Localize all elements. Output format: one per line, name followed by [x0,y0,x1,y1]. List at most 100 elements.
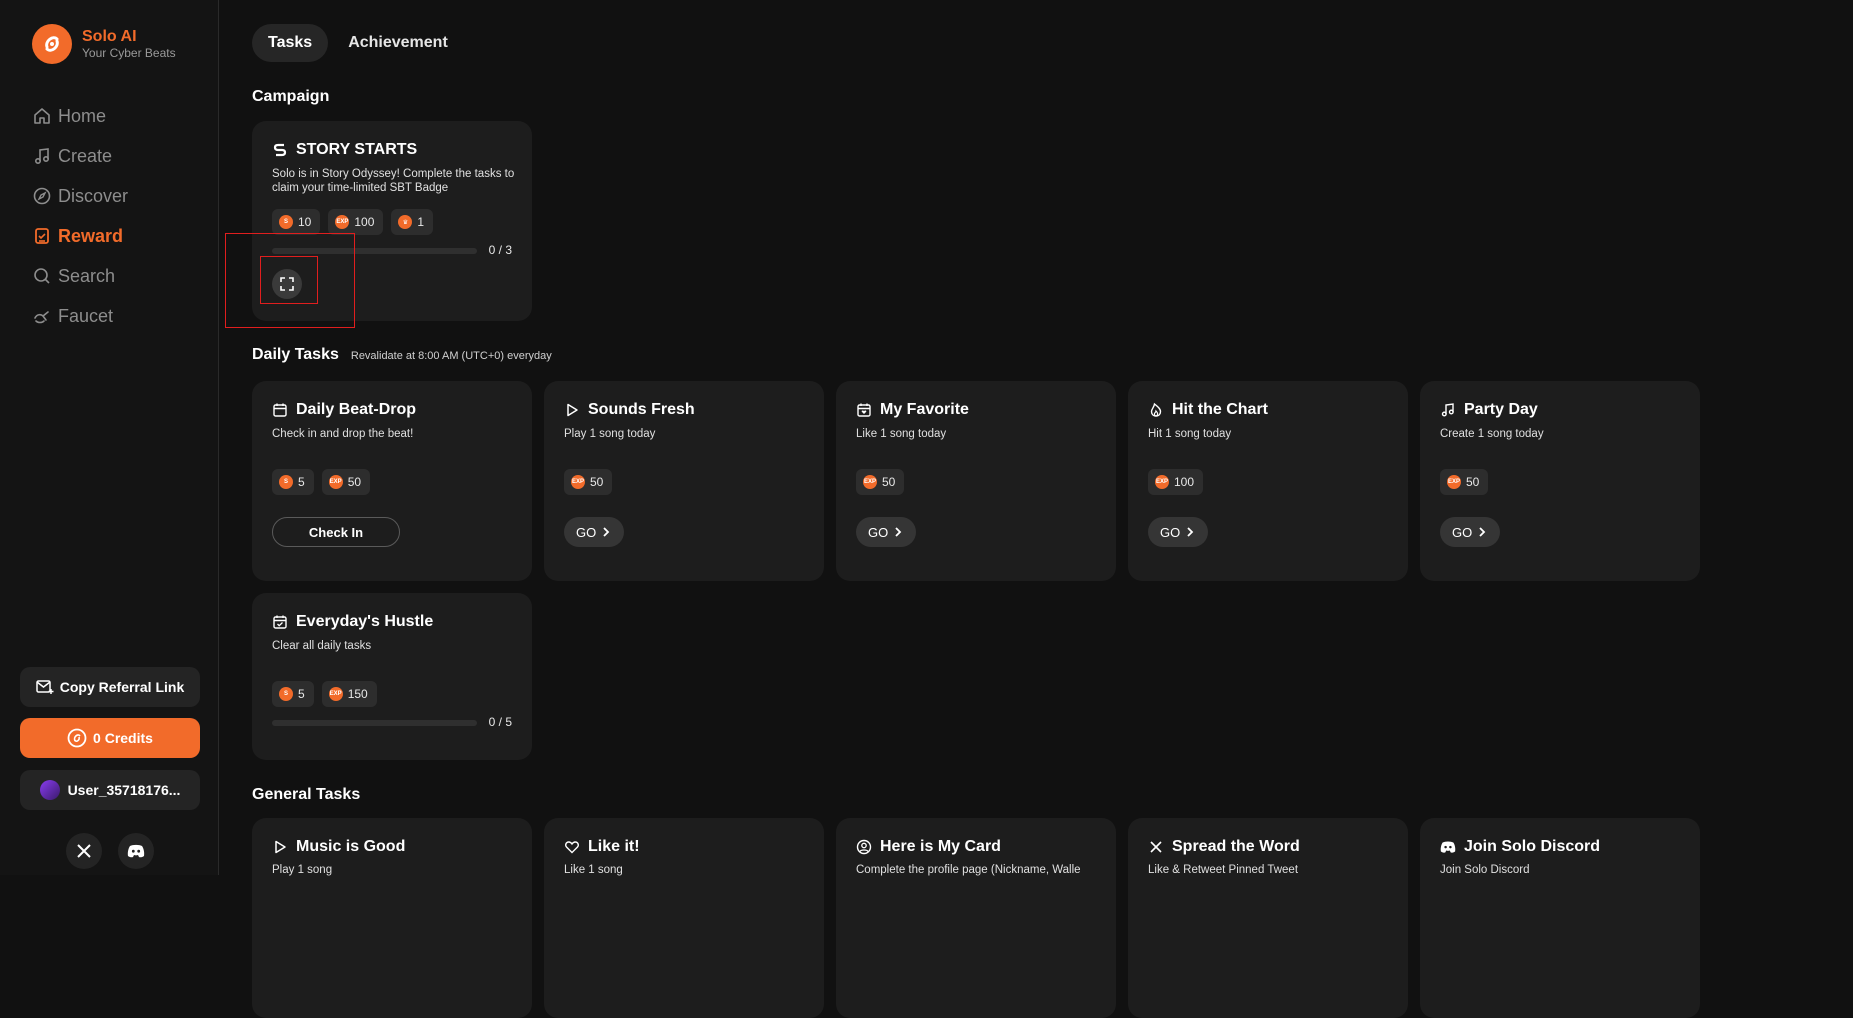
nav-item-reward[interactable]: Reward [32,216,128,256]
music-note-icon [34,148,50,165]
reward-value: 1 [417,215,425,229]
go-button[interactable]: GO [564,517,625,547]
nav-item-discover[interactable]: Discover [32,176,128,216]
task-description: Check in and drop the beat! [272,428,414,440]
task-description: Clear all daily tasks [272,640,372,652]
task-card-spread-the-word: Spread the Word Like & Retweet Pinned Tw… [1128,818,1408,1018]
exp-icon: EXP [1447,475,1461,489]
credit-coin-icon [67,728,87,748]
discord-icon [127,844,145,858]
task-card-head: Spread the Word [1148,838,1300,856]
go-button[interactable]: GO [856,517,917,547]
go-label: GO [576,524,597,540]
reward-value: 100 [1174,475,1195,489]
chevron-right-icon [1187,527,1194,537]
task-description: Create 1 song today [1440,428,1544,440]
check-in-button[interactable]: Check In [272,517,400,547]
task-description: Hit 1 song today [1148,428,1232,440]
main-nav: Home Create Discover Reward Search Fauce… [32,96,128,336]
badge-icon: ♛ [398,215,413,229]
daily-tasks-subtitle: Revalidate at 8:00 AM (UTC+0) everyday [350,350,552,362]
nav-item-create[interactable]: Create [32,136,128,176]
x-twitter-link[interactable] [66,833,102,869]
exp-icon: EXP [328,687,343,701]
tabs: Tasks Achievement [252,24,468,62]
copy-referral-link-button[interactable]: Copy Referral Link [20,667,200,707]
task-card-everydays-hustle: Everyday's Hustle Clear all daily tasks … [252,593,532,760]
exp-reward-badge: EXP 50 [1440,469,1489,495]
reward-value: 50 [882,475,896,489]
go-label: GO [868,524,889,540]
nav-item-search[interactable]: Search [32,256,128,296]
campaign-progress-text: 0 / 3 [488,243,512,257]
task-rewards: EXP 100 [1148,469,1211,495]
task-name: Spread the Word [1172,838,1300,855]
credit-reward-badge: S 10 [272,209,321,235]
campaign-card-head: STORY STARTS [272,141,417,159]
brand[interactable]: Solo AI Your Cyber Beats [32,24,176,64]
go-button[interactable]: GO [1440,517,1501,547]
task-card-head: Hit the Chart [1148,401,1268,419]
exp-reward-badge: EXP 100 [1148,469,1204,495]
task-card-head: Everyday's Hustle [272,613,433,631]
expand-button[interactable] [272,269,302,299]
discord-icon [1440,841,1456,853]
chevron-right-icon [895,527,902,537]
solo-logo-icon [32,24,72,64]
exp-reward-badge: EXP 50 [856,469,905,495]
exp-icon: EXP [328,475,343,489]
go-label: GO [1452,524,1473,540]
task-name: Hit the Chart [1172,401,1268,418]
user-account-button[interactable]: User_35718176... [20,770,200,810]
mail-plus-icon [36,680,54,694]
task-name: Music is Good [296,838,406,855]
nav-item-home[interactable]: Home [32,96,128,136]
referral-label: Copy Referral Link [59,679,185,695]
campaign-rewards: S 10 EXP 100 ♛ 1 [272,209,441,235]
nav-label: Faucet [58,305,114,326]
avatar [39,780,60,800]
task-name: Daily Beat-Drop [296,401,417,418]
hustle-progress-bar [272,720,477,726]
task-card-my-favorite: My Favorite Like 1 song today EXP 50 GO [836,381,1116,581]
task-name: Like it! [588,838,640,855]
credits-label: 0 Credits [93,730,153,746]
nav-label: Search [58,265,116,286]
tab-tasks[interactable]: Tasks [252,24,329,62]
task-card-head: Join Solo Discord [1440,838,1600,856]
credits-button[interactable]: 0 Credits [20,718,200,758]
credit-coin-icon: S [279,215,293,229]
task-description: Like 1 song today [856,428,947,440]
campaign-card: STORY STARTS Solo is in Story Odyssey! C… [252,121,532,321]
task-rewards: EXP 50 [564,469,620,495]
task-card-head: Here is My Card [856,838,1001,856]
exp-icon: EXP [335,215,350,229]
task-card-head: Daily Beat-Drop [272,401,416,419]
general-tasks-heading: General Tasks [252,786,360,804]
task-card-head: Party Day [1440,401,1538,419]
task-card-hit-the-chart: Hit the Chart Hit 1 song today EXP 100 GO [1128,381,1408,581]
credit-coin-icon: S [279,687,293,701]
exp-reward-badge: EXP 100 [328,209,384,235]
daily-tasks-heading: Daily Tasks Revalidate at 8:00 AM (UTC+0… [252,346,552,364]
campaign-progress-bar [272,248,477,254]
compass-icon [33,187,51,205]
tab-achievement[interactable]: Achievement [332,24,464,62]
task-card-like-it: Like it! Like 1 song [544,818,824,1018]
reward-icon [35,228,49,244]
credit-reward-badge: S5 [272,469,314,495]
play-icon [567,403,578,417]
nav-item-faucet[interactable]: Faucet [32,296,128,336]
discord-link[interactable] [118,833,154,869]
nav-label: Discover [58,185,129,206]
exp-icon: EXP [571,475,585,489]
reward-value: 100 [354,215,375,229]
go-button[interactable]: GO [1148,517,1209,547]
exp-icon: EXP [863,475,877,489]
campaign-description: Solo is in Story Odyssey! Complete the t… [272,168,515,194]
chevron-right-icon [603,527,610,537]
chevron-right-icon [1479,527,1486,537]
hustle-progress-text: 0 / 5 [488,715,512,729]
reward-value: 50 [347,475,362,489]
exp-icon: EXP [1155,475,1169,489]
